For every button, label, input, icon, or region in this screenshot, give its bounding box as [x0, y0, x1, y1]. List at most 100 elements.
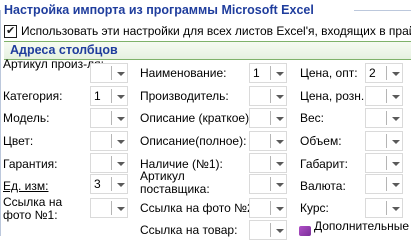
chevron-down-icon[interactable] — [276, 229, 284, 233]
price-wholesale-combo[interactable]: 2 — [365, 63, 403, 83]
rate-label: Курс: — [300, 201, 329, 215]
warranty-label: Гарантия: — [3, 157, 58, 171]
apply-all-checkbox[interactable]: ✔ — [4, 25, 17, 38]
combo-separator — [386, 201, 387, 215]
chevron-down-icon[interactable] — [117, 117, 125, 121]
name-label: Наименование: — [140, 66, 227, 80]
chevron-down-icon[interactable] — [392, 162, 400, 166]
warranty-combo[interactable] — [90, 153, 128, 173]
currency-label: Валюта: — [300, 179, 346, 193]
group-title-line — [354, 10, 411, 11]
chevron-down-icon[interactable] — [117, 162, 125, 166]
stock-combo[interactable] — [249, 153, 287, 173]
additional-fields-label[interactable]: Дополнительные — [314, 220, 409, 233]
model-combo[interactable] — [90, 108, 128, 128]
chevron-down-icon[interactable] — [276, 140, 284, 144]
chevron-down-icon[interactable] — [117, 207, 125, 211]
name-value: 1 — [253, 66, 260, 80]
price-retail-label: Цена, розн.: — [300, 89, 368, 103]
combo-separator — [386, 66, 387, 80]
supplier-article-label: Артикул поставщика: — [140, 169, 210, 196]
check-mark-icon: ✔ — [6, 25, 16, 37]
model-label: Модель: — [3, 111, 50, 125]
currency-combo[interactable] — [365, 174, 403, 194]
name-combo[interactable]: 1 — [249, 63, 287, 83]
category-value: 1 — [94, 89, 101, 103]
desc-short-label: Описание (краткое): — [140, 111, 253, 125]
price-retail-combo[interactable] — [365, 86, 403, 106]
manufacturer-label: Производитель: — [140, 89, 229, 103]
chevron-down-icon[interactable] — [117, 95, 125, 99]
combo-separator — [111, 66, 112, 80]
article-combo[interactable] — [90, 63, 128, 83]
weight-label: Вес: — [300, 111, 325, 125]
chevron-down-icon[interactable] — [276, 72, 284, 76]
combo-separator — [111, 134, 112, 148]
group-border — [0, 10, 1, 236]
combo-separator — [270, 66, 271, 80]
photo1-combo[interactable] — [90, 198, 128, 218]
combo-separator — [386, 111, 387, 125]
chevron-down-icon[interactable] — [392, 140, 400, 144]
photo1-label: Ссылка на фото №1: — [3, 195, 63, 222]
category-label: Категория: — [3, 89, 63, 103]
volume-label: Объем: — [300, 134, 342, 148]
combo-separator — [270, 134, 271, 148]
chevron-down-icon[interactable] — [276, 207, 284, 211]
article-label: Артикул произ-ля: — [3, 57, 104, 71]
photo2-combo[interactable] — [249, 198, 287, 218]
combo-separator — [111, 89, 112, 103]
combo-separator — [270, 156, 271, 170]
chevron-down-icon[interactable] — [117, 72, 125, 76]
supplier-article-combo[interactable] — [249, 174, 287, 194]
photo2-label: Ссылка на фото №2: — [140, 201, 257, 215]
section-title: Адреса столбцов — [10, 43, 118, 57]
unit-label: Ед. изм: — [3, 179, 49, 193]
combo-separator — [111, 156, 112, 170]
combo-separator — [270, 201, 271, 215]
unit-value: 3 — [94, 177, 101, 191]
combo-separator — [111, 201, 112, 215]
chevron-down-icon[interactable] — [117, 183, 125, 187]
color-combo[interactable] — [90, 131, 128, 151]
chevron-down-icon[interactable] — [392, 95, 400, 99]
dimensions-label: Габарит: — [300, 157, 348, 171]
combo-separator — [386, 156, 387, 170]
dimensions-combo[interactable] — [365, 153, 403, 173]
combo-separator — [270, 89, 271, 103]
chevron-down-icon[interactable] — [392, 72, 400, 76]
apply-all-label: Использовать эти настройки для всех лист… — [21, 24, 411, 38]
combo-separator — [111, 177, 112, 191]
manufacturer-combo[interactable] — [249, 86, 287, 106]
price-wholesale-value: 2 — [369, 66, 376, 80]
desc-short-combo[interactable] — [249, 108, 287, 128]
chevron-down-icon[interactable] — [276, 95, 284, 99]
chevron-down-icon[interactable] — [392, 117, 400, 121]
chevron-down-icon[interactable] — [276, 117, 284, 121]
desc-full-combo[interactable] — [249, 131, 287, 151]
weight-combo[interactable] — [365, 108, 403, 128]
combo-separator — [386, 134, 387, 148]
chevron-down-icon[interactable] — [276, 162, 284, 166]
combo-separator — [270, 223, 271, 237]
group-title: Настройка импорта из программы Microsoft… — [4, 3, 314, 17]
color-label: Цвет: — [3, 134, 34, 148]
chevron-down-icon[interactable] — [117, 140, 125, 144]
chevron-down-icon[interactable] — [392, 207, 400, 211]
combo-separator — [111, 111, 112, 125]
chevron-down-icon[interactable] — [276, 183, 284, 187]
combo-separator — [386, 89, 387, 103]
price-wholesale-label: Цена, опт: — [300, 66, 358, 80]
volume-combo[interactable] — [365, 131, 403, 151]
combo-separator — [270, 177, 271, 191]
desc-full-label: Описание(полное): — [140, 134, 247, 148]
combo-separator — [270, 111, 271, 125]
product-link-label: Ссылка на товар: — [140, 223, 238, 237]
chevron-down-icon[interactable] — [392, 183, 400, 187]
combo-separator — [386, 177, 387, 191]
rate-combo[interactable] — [365, 198, 403, 218]
extra-fields-icon[interactable] — [299, 226, 311, 236]
unit-combo[interactable]: 3 — [90, 174, 128, 194]
category-combo[interactable]: 1 — [90, 86, 128, 106]
product-link-combo[interactable] — [249, 220, 287, 240]
